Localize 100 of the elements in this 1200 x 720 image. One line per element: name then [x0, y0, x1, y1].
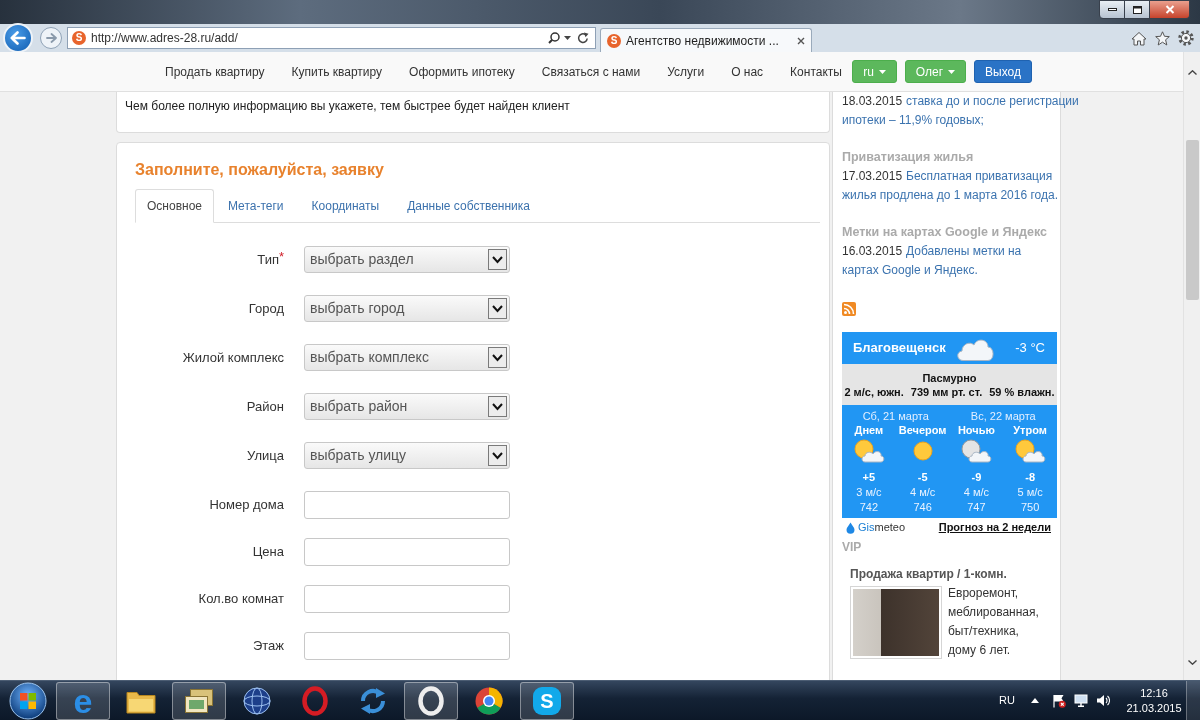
scroll-down-icon[interactable]	[1187, 659, 1197, 665]
nav-link[interactable]: Контакты	[790, 62, 842, 81]
news-link[interactable]: жилья продлена до 1 марта 2016 года.	[842, 186, 1058, 205]
field-label: Номер дома	[209, 496, 284, 515]
ad-title[interactable]: Продажа квартир / 1-комн.	[850, 565, 1007, 583]
news-link[interactable]: ставка до и после регистрации	[906, 92, 1079, 111]
star-icon[interactable]	[1155, 30, 1170, 46]
flag-icon[interactable]	[1052, 693, 1066, 708]
field-label: Кол.во комнат	[198, 590, 284, 609]
period-wind: 4 м/с	[909, 485, 936, 500]
close-icon	[1164, 5, 1175, 14]
news-date: 16.03.2015	[842, 243, 903, 260]
refresh-icon[interactable]	[577, 32, 589, 44]
field-label: Этаж	[252, 637, 284, 656]
select-field[interactable]: выбрать город	[304, 295, 510, 322]
logout-button[interactable]: Выход	[974, 60, 1032, 83]
period-wind: 5 м/с	[1017, 485, 1043, 500]
segmented-circle-icon	[475, 686, 503, 715]
e-logo: e	[73, 685, 93, 716]
tab[interactable]: Основное	[135, 189, 214, 223]
caret-icon	[878, 69, 886, 74]
text-input[interactable]	[304, 538, 510, 566]
news-link[interactable]: картах Google и Яндекс.	[842, 261, 978, 280]
nav-link[interactable]: Связаться с нами	[541, 62, 641, 81]
period-temperature: -9	[971, 470, 982, 485]
nav-link[interactable]: Купить квартиру	[291, 62, 383, 81]
taskbar-button[interactable]	[172, 681, 226, 720]
select-field[interactable]: выбрать район	[304, 393, 510, 420]
back-button[interactable]	[3, 23, 33, 53]
show-desktop-button[interactable]	[1186, 680, 1200, 720]
text-input[interactable]	[304, 491, 510, 519]
intro-text: Чем более полную информацию вы укажете, тем быстрее будет найден клиент	[125, 98, 570, 115]
weather-detail: 739 мм рт. ст.	[910, 384, 983, 399]
text-input[interactable]	[304, 585, 510, 613]
nav-link[interactable]: Оформить ипотеку	[409, 62, 515, 81]
period-pressure: 746	[913, 500, 932, 515]
news-link[interactable]: Добавлены метки на	[906, 242, 1022, 261]
caret-icon[interactable]	[564, 36, 571, 40]
address-field[interactable]: S http://www.adres-28.ru/add/	[67, 27, 596, 49]
select-field[interactable]: выбрать улицу	[304, 442, 510, 469]
ad-text: Евроремонт, меблированная, быт/техника, дому 6 лет.	[948, 585, 1040, 659]
globe-icon	[243, 686, 271, 715]
close-button[interactable]	[1150, 0, 1190, 19]
ring-icon	[302, 685, 328, 716]
news-heading: Метки на картах Google и Яндекс	[842, 224, 1048, 241]
taskbar-button[interactable]	[404, 681, 458, 720]
period-temperature: -8	[1025, 470, 1035, 485]
tab[interactable]: Данные собственника	[393, 189, 544, 223]
settings-icon[interactable]	[1178, 30, 1194, 46]
home-icon[interactable]	[1131, 30, 1147, 46]
arrow-left-icon	[10, 31, 26, 45]
nav-link[interactable]: Услуги	[667, 62, 705, 81]
minimize-button[interactable]	[1099, 0, 1125, 19]
tab[interactable]: Мета-теги	[214, 189, 298, 223]
moon-cloud-icon	[960, 439, 993, 463]
period-label: Ночью	[957, 423, 995, 437]
maximize-icon	[1132, 5, 1142, 14]
nav-link[interactable]: Продать квартиру	[165, 62, 265, 81]
required-mark: *	[278, 249, 284, 263]
monitor-icon[interactable]	[1074, 694, 1088, 707]
forward-button[interactable]	[40, 27, 62, 49]
clock-time[interactable]: 12:16	[1140, 685, 1168, 701]
site-logo: S	[607, 33, 621, 48]
period-label: Вечером	[898, 423, 947, 437]
vip-heading: VIP	[842, 539, 862, 556]
search-icon[interactable]	[548, 32, 560, 44]
clock-date[interactable]: 21.03.2015	[1126, 700, 1182, 716]
ring-icon	[418, 685, 444, 716]
browser-tab[interactable]: S Агентство недвижимости ...	[600, 28, 812, 52]
current-temperature: -3 °C	[1015, 339, 1045, 358]
field-label: Улица	[247, 446, 284, 465]
circular-arrows-icon	[358, 685, 388, 716]
start-orb-icon[interactable]	[9, 681, 47, 720]
news-link[interactable]: ипотеки – 11,9% годовых;	[842, 111, 984, 130]
text-input[interactable]	[304, 632, 510, 660]
nav-link[interactable]: О нас	[731, 62, 764, 81]
form-title: Заполните, пожалуйста, заявку	[135, 160, 384, 180]
field-label: Город	[248, 299, 284, 318]
period-temperature: +5	[862, 470, 876, 485]
scrollbar-thumb[interactable]	[1185, 140, 1199, 300]
brand-name: Gismeteo	[858, 520, 906, 536]
forecast-link[interactable]: Прогноз на 2 недели	[938, 519, 1051, 536]
select-field[interactable]: выбрать раздел	[304, 246, 510, 273]
period-label: Днем	[854, 423, 884, 437]
period-pressure: 747	[967, 500, 986, 515]
select-field[interactable]: выбрать комплекс	[304, 344, 510, 371]
period-wind: 3 м/с	[856, 485, 882, 500]
scroll-up-icon[interactable]	[1187, 69, 1197, 75]
caret-up-icon[interactable]	[1031, 698, 1039, 703]
close-icon[interactable]	[797, 36, 805, 45]
maximize-button[interactable]	[1125, 0, 1150, 19]
sun-cloud-icon	[852, 439, 885, 463]
period-label: Утром	[1013, 423, 1047, 437]
language-indicator[interactable]: RU	[999, 692, 1015, 709]
news-link[interactable]: Бесплатная приватизация	[906, 167, 1053, 186]
tab[interactable]: Координаты	[297, 189, 394, 223]
speaker-icon[interactable]	[1096, 694, 1110, 707]
period-wind: 4 м/с	[963, 485, 989, 500]
sun-cloud-icon	[1014, 439, 1047, 463]
field-label: Район	[246, 397, 284, 416]
